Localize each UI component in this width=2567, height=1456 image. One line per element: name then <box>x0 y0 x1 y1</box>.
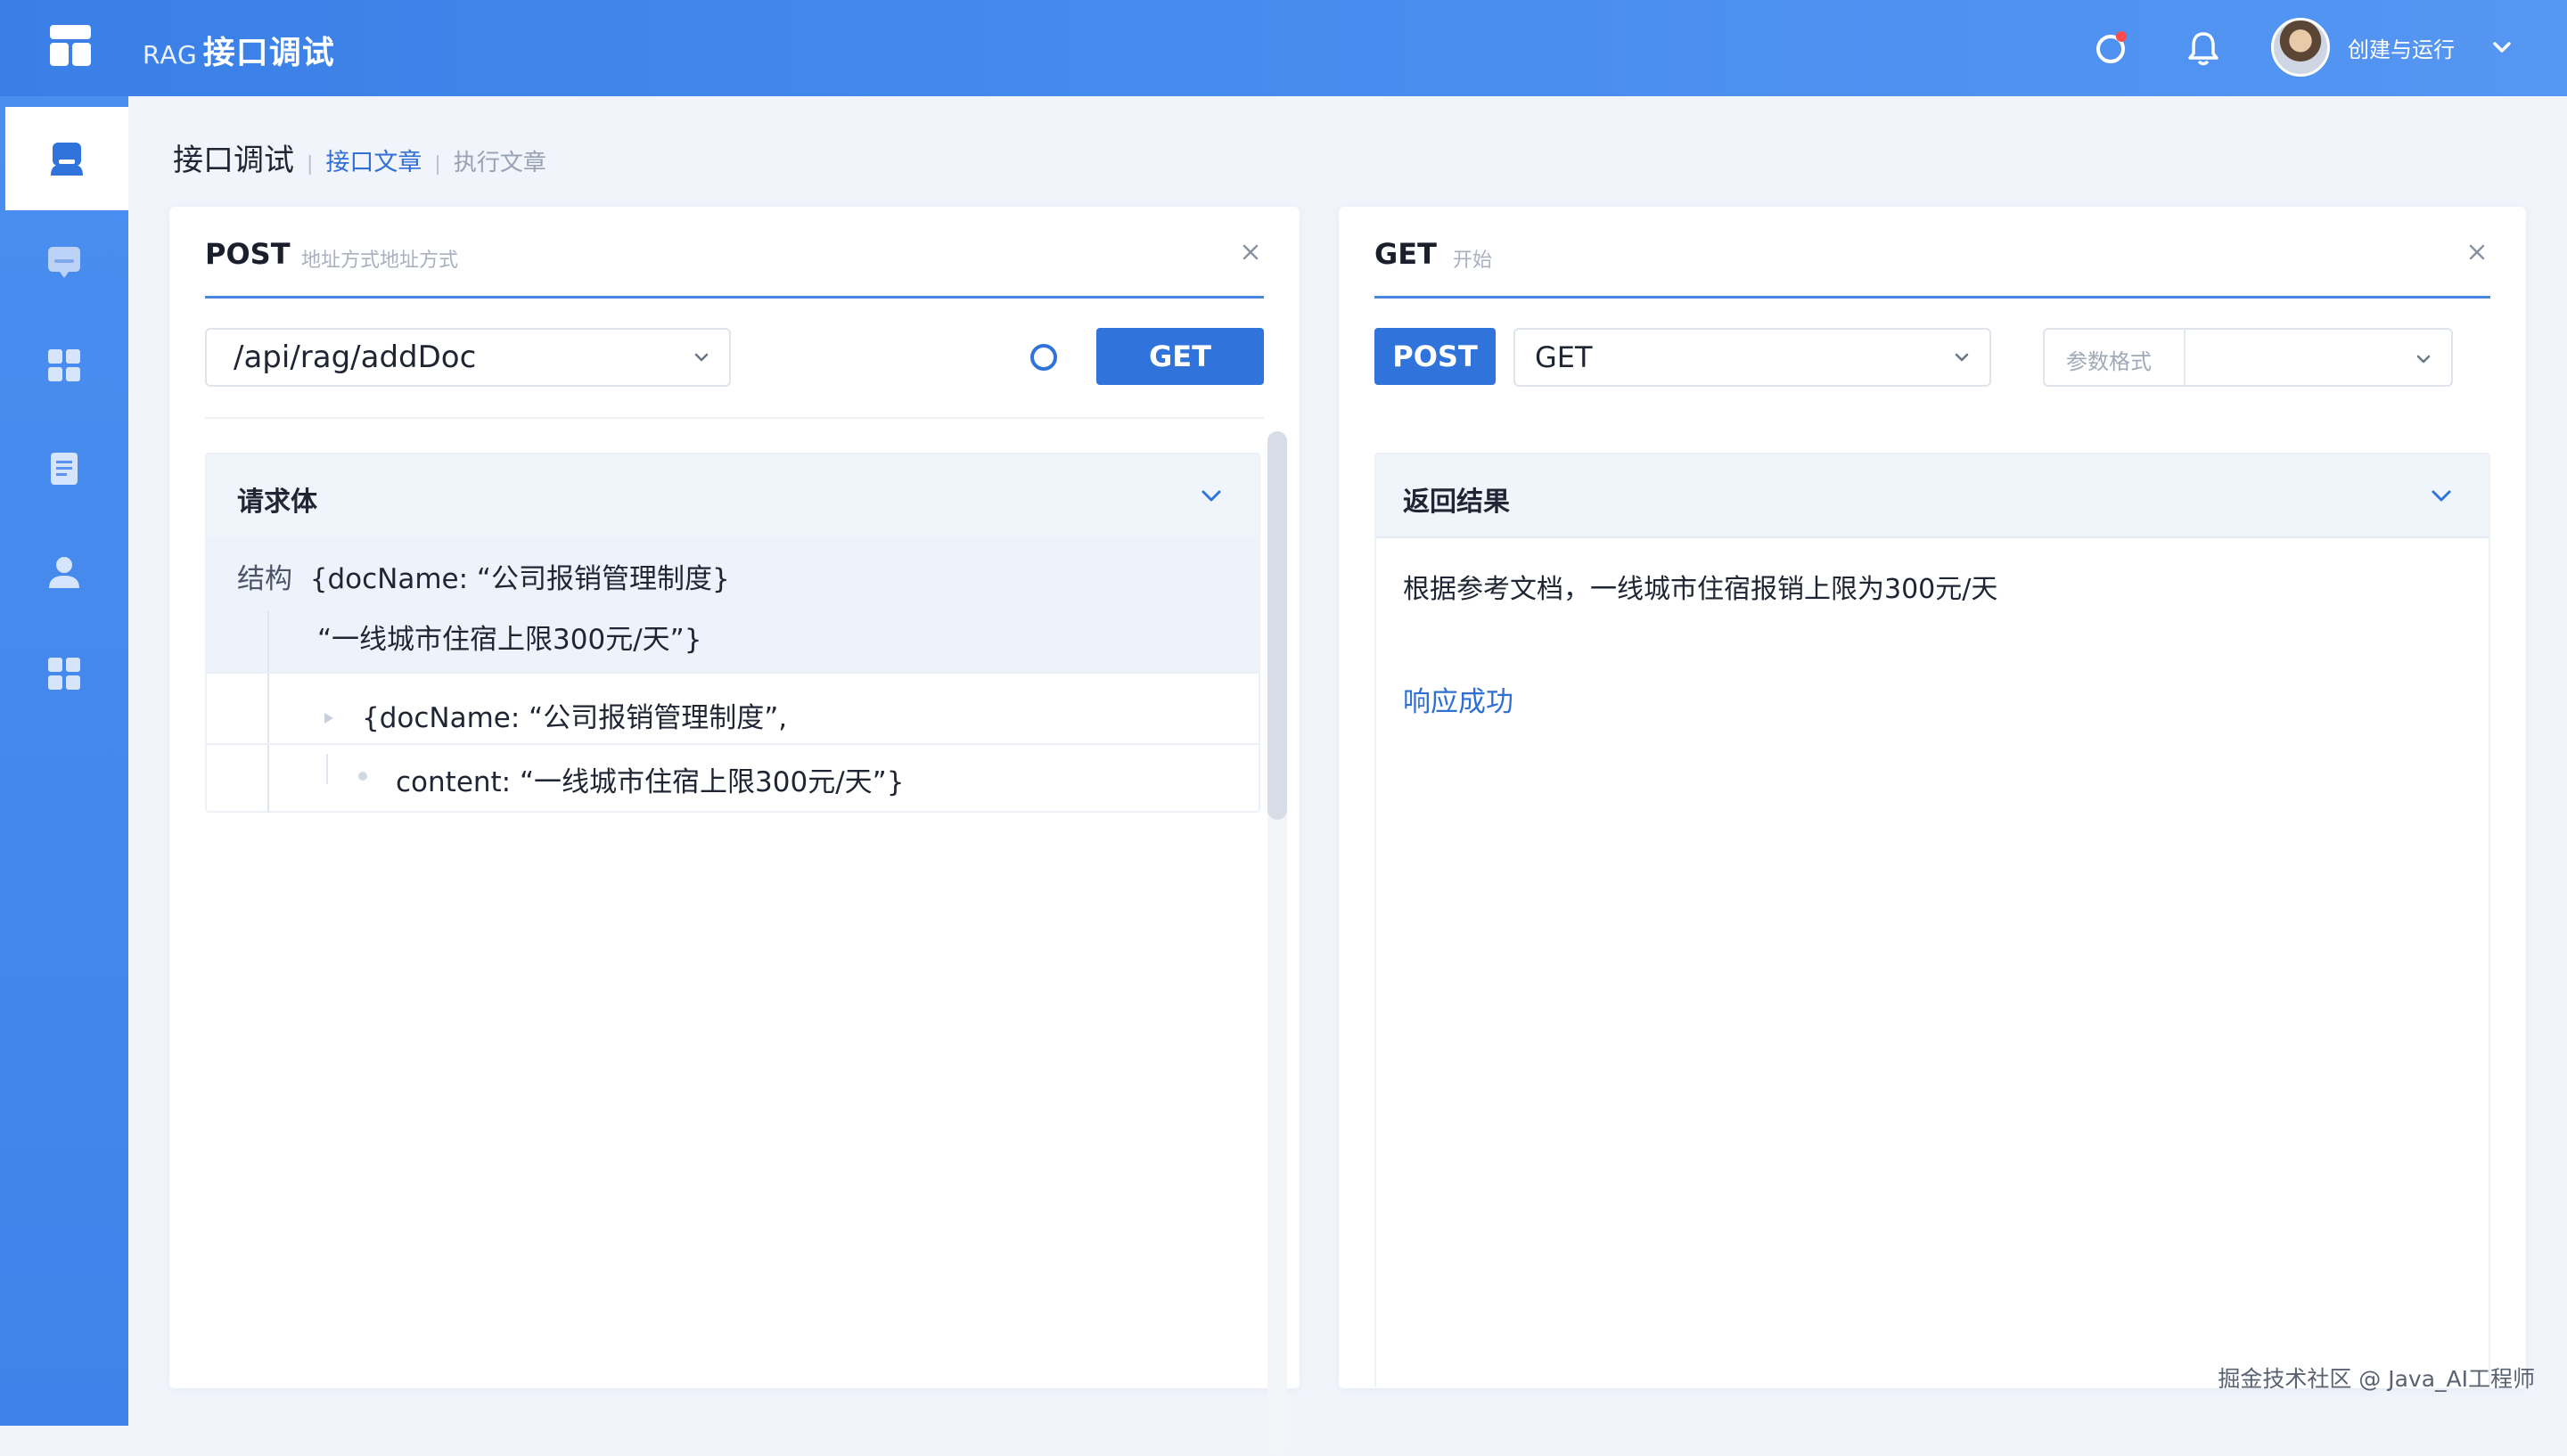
breadcrumb-muted[interactable]: 执行文章 <box>454 144 546 177</box>
code-label: 结构 <box>237 563 292 595</box>
sidebar-item-robot[interactable] <box>5 107 128 210</box>
request-body-title: 请求体 <box>237 487 317 518</box>
bell-icon[interactable] <box>2184 29 2223 68</box>
avatar[interactable] <box>2271 18 2330 77</box>
row-divider <box>207 743 1259 745</box>
row-divider <box>207 672 1259 674</box>
method-post-button[interactable]: POST <box>1374 328 1496 385</box>
code-line-4: content: “一线城市住宿上限300元/天”} <box>396 766 905 798</box>
response-panel-header: GET 开始 <box>1374 237 2490 299</box>
url-select[interactable]: /api/rag/addDoc <box>205 328 731 387</box>
request-method-hint: 地址方式地址方式 <box>301 249 459 272</box>
document-icon <box>51 453 78 485</box>
grid-icon <box>48 349 80 381</box>
loading-indicator <box>1030 344 1057 371</box>
send-button[interactable]: GET <box>1096 328 1264 385</box>
apps-icon <box>48 658 80 690</box>
tree-guide <box>326 754 328 784</box>
sidebar-item-chat[interactable] <box>0 210 128 314</box>
code-line: 结构 {docName: “公司报销管理制度} <box>237 556 730 596</box>
response-panel: GET 开始 POST GET 参数格式 返回结果 根据参考文档，一线城市住宿报… <box>1339 207 2526 1388</box>
close-icon[interactable] <box>2464 239 2490 266</box>
divider <box>205 417 1264 419</box>
chevron-down-icon[interactable] <box>2489 34 2515 61</box>
breadcrumb-separator: | <box>307 153 314 176</box>
method-select[interactable]: GET <box>1513 328 1991 387</box>
response-method-label: GET <box>1374 237 1437 271</box>
watermark: 掘金技术社区 @ Java_AI工程师 <box>2218 1366 2535 1392</box>
breadcrumb-link[interactable]: 接口文章 <box>325 143 422 177</box>
code-line-2: “一线城市住宿上限300元/天”} <box>317 624 702 656</box>
code-line-1: {docName: “公司报销管理制度} <box>309 563 730 595</box>
scroll-thumb[interactable] <box>1267 431 1287 820</box>
close-icon[interactable] <box>1237 239 1264 266</box>
code-line-3: {docName: “公司报销管理制度”, <box>362 702 788 734</box>
params-divider <box>2184 330 2186 385</box>
request-panel-header: POST 地址方式地址方式 <box>205 237 1264 299</box>
app-title-text: 接口调试 <box>202 35 335 71</box>
chevron-down-icon <box>694 353 709 362</box>
scrollbar[interactable] <box>1267 431 1287 1456</box>
method-select-value: GET <box>1535 340 1593 374</box>
tree-expand-icon[interactable] <box>324 713 333 724</box>
chevron-down-icon[interactable] <box>2426 481 2456 511</box>
app-logo-icon <box>50 25 91 66</box>
response-method-hint: 开始 <box>1453 249 1493 272</box>
params-format-select[interactable]: 参数格式 <box>2043 328 2453 387</box>
breadcrumb: 接口调试 | 接口文章 | 执行文章 <box>173 135 546 179</box>
request-panel: POST 地址方式地址方式 /api/rag/addDoc GET 请求体 结构… <box>169 207 1300 1456</box>
chat-icon <box>48 247 80 278</box>
tree-node-icon <box>358 772 367 781</box>
url-value: /api/rag/addDoc <box>234 339 477 375</box>
params-label: 参数格式 <box>2066 349 2152 374</box>
top-bar: RAG 接口调试 创建与运行 <box>0 0 2567 96</box>
refresh-icon[interactable] <box>2091 29 2130 68</box>
chevron-down-icon[interactable] <box>1196 481 1226 511</box>
breadcrumb-separator: | <box>434 153 441 176</box>
sidebar-item-apps[interactable] <box>0 622 128 725</box>
sidebar <box>0 96 128 1426</box>
request-body-section: 请求体 结构 {docName: “公司报销管理制度} “一线城市住宿上限300… <box>205 453 1260 813</box>
sidebar-item-user[interactable] <box>0 520 128 624</box>
chevron-down-icon <box>2416 355 2431 364</box>
tree-guide <box>267 611 269 813</box>
response-result-header[interactable]: 返回结果 <box>1376 454 2489 538</box>
request-body-header[interactable]: 请求体 <box>207 454 1259 538</box>
request-method-label: POST <box>205 237 291 271</box>
sidebar-item-grid[interactable] <box>0 314 128 417</box>
response-status: 响应成功 <box>1403 686 1513 718</box>
app-title: RAG 接口调试 <box>143 27 335 73</box>
page-title: 接口调试 <box>173 143 294 178</box>
robot-icon <box>51 143 83 176</box>
response-result-text: 根据参考文档，一线城市住宿报销上限为300元/天 <box>1403 574 1998 605</box>
chevron-down-icon <box>1955 353 1969 362</box>
sidebar-item-document[interactable] <box>0 417 128 520</box>
username[interactable]: 创建与运行 <box>2348 32 2455 63</box>
user-icon <box>49 557 79 588</box>
app-title-prefix: RAG <box>143 40 198 70</box>
response-result-title: 返回结果 <box>1403 487 1510 518</box>
response-result-section: 返回结果 根据参考文档，一线城市住宿报销上限为300元/天 响应成功 <box>1374 453 2490 1388</box>
